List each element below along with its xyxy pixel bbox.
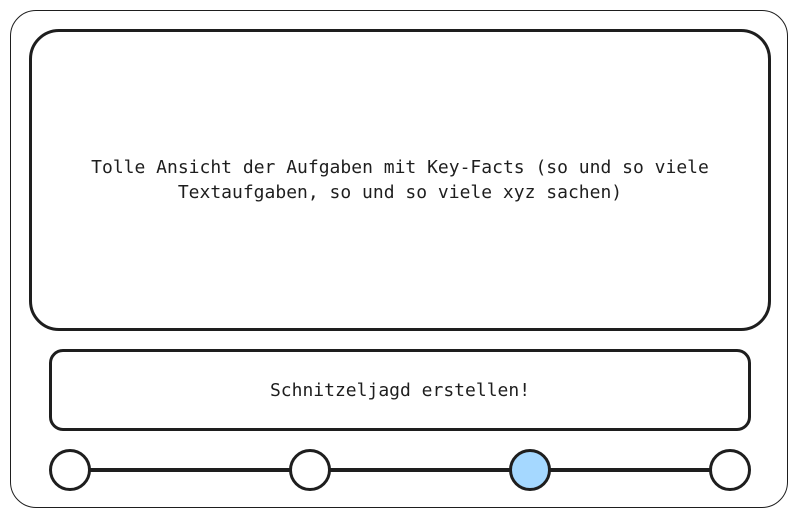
stepper-step-1[interactable] xyxy=(49,449,91,491)
task-overview-text: Tolle Ansicht der Aufgaben mit Key-Facts… xyxy=(91,157,709,203)
stepper-step-4[interactable] xyxy=(709,449,751,491)
stepper-track xyxy=(90,468,710,472)
stepper-step-2[interactable] xyxy=(289,449,331,491)
create-scavenger-hunt-button[interactable]: Schnitzeljagd erstellen! xyxy=(49,349,751,431)
task-overview-panel: Tolle Ansicht der Aufgaben mit Key-Facts… xyxy=(29,29,771,331)
create-button-label: Schnitzeljagd erstellen! xyxy=(269,379,531,401)
stepper-step-3-active[interactable] xyxy=(509,449,551,491)
